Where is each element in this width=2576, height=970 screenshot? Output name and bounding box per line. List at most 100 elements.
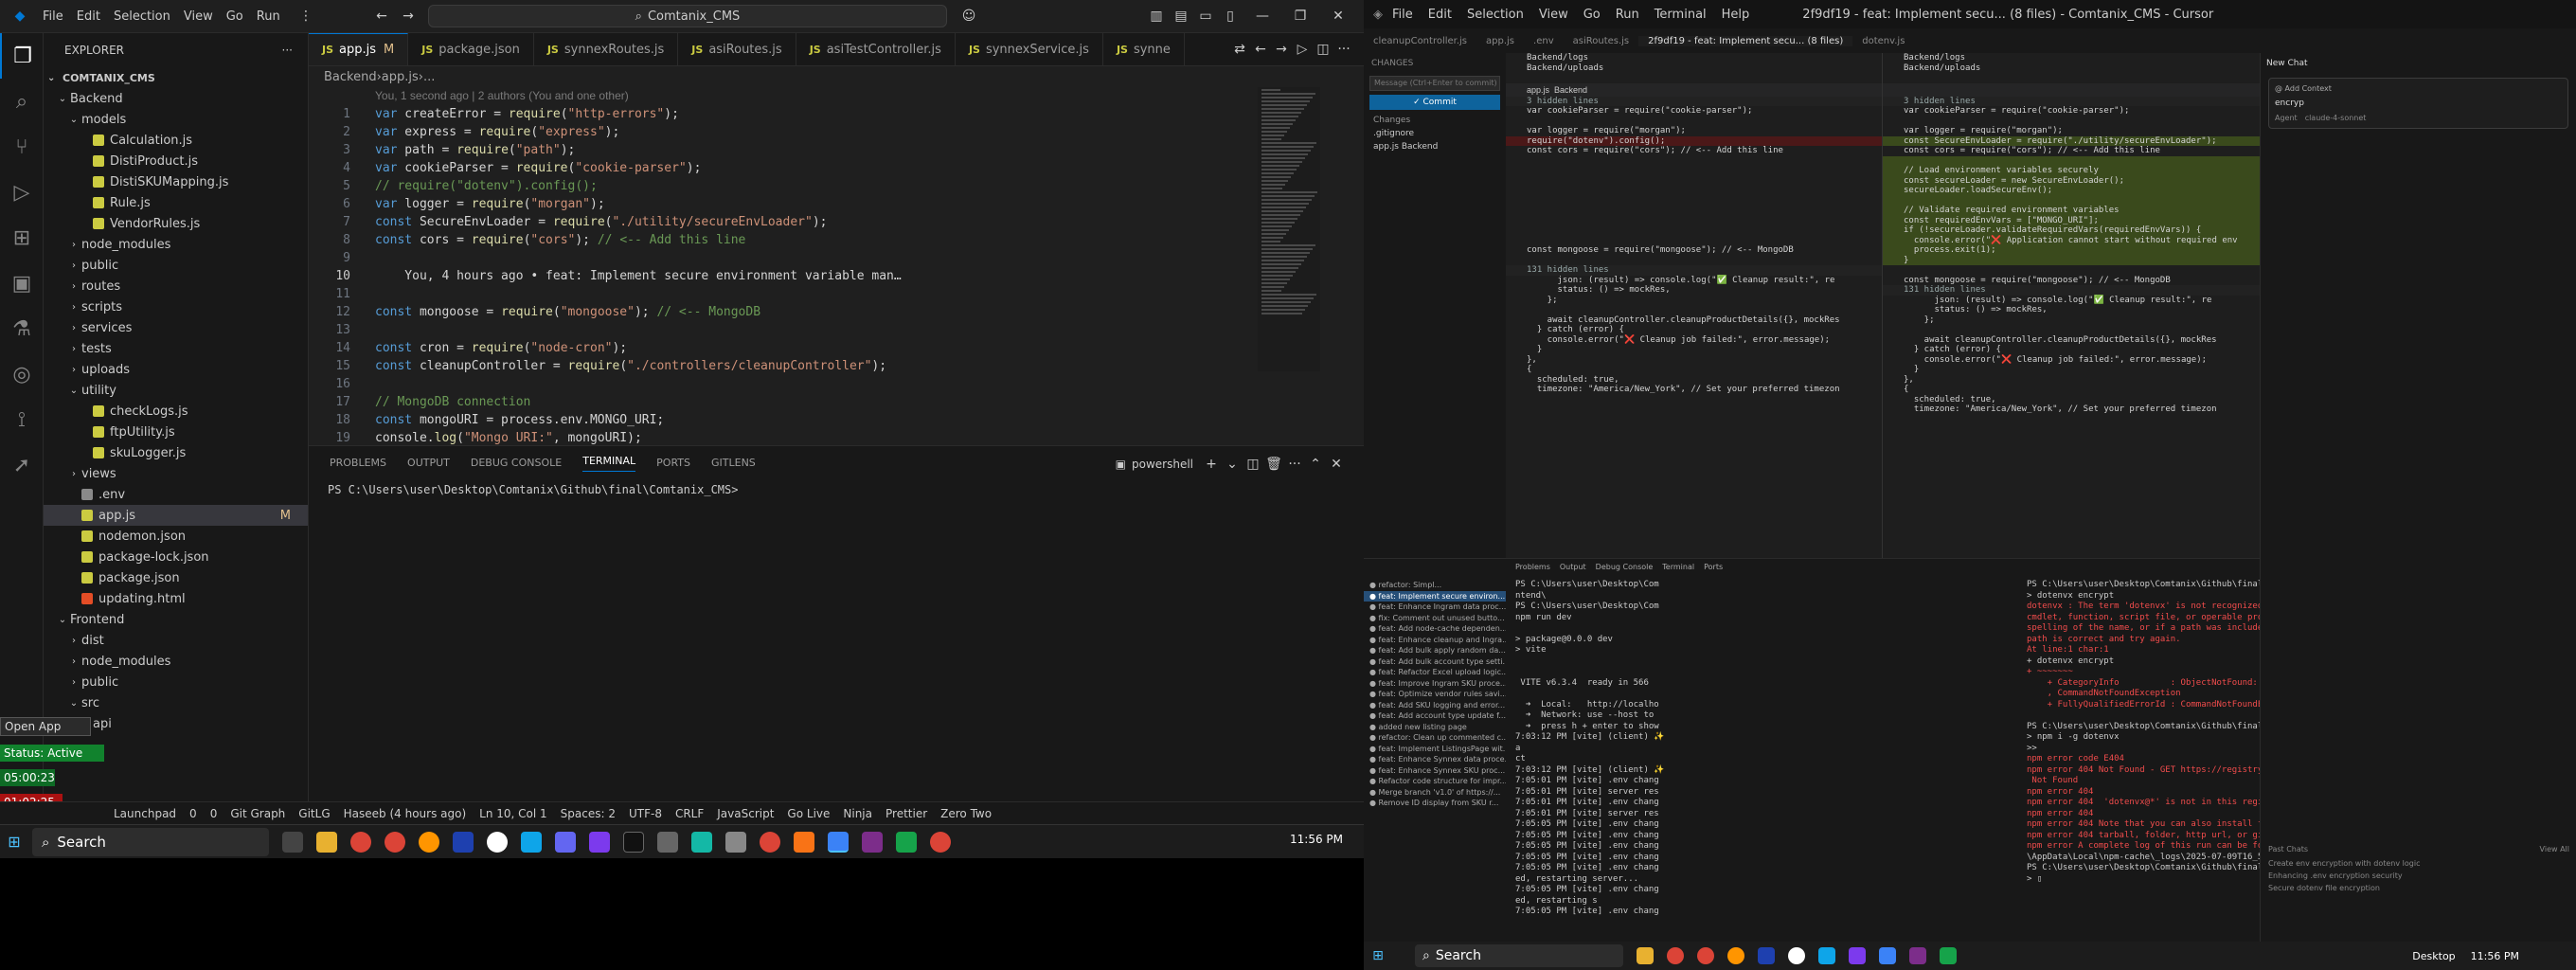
- chrome-icon[interactable]: [1697, 947, 1714, 964]
- toggle-panel-icon[interactable]: ▭: [1195, 6, 1216, 27]
- past-chat-item[interactable]: Secure dotenv file encryption: [2268, 882, 2569, 894]
- go-back-icon[interactable]: ←: [1250, 39, 1271, 60]
- windows-start-icon[interactable]: ⊞: [4, 832, 25, 853]
- layout-icon[interactable]: ▥: [1146, 6, 1167, 27]
- code-editor[interactable]: You, 1 second ago | 2 authors (You and o…: [309, 87, 1256, 445]
- breadcrumb-item[interactable]: Backend: [324, 70, 377, 84]
- run-debug-icon[interactable]: ▷: [0, 170, 44, 215]
- folder-item[interactable]: › routes: [44, 276, 308, 296]
- commit-item[interactable]: ● fix: Comment out unused butto...: [1364, 613, 1506, 624]
- shell-name[interactable]: powershell: [1132, 458, 1193, 471]
- file-item[interactable]: updating.html: [44, 588, 308, 609]
- tab-file[interactable]: .env: [1524, 36, 1564, 46]
- minimize-icon[interactable]: —: [1252, 6, 1273, 27]
- change-item[interactable]: Changes: [1364, 114, 1506, 127]
- menu-item-terminal[interactable]: Terminal: [1655, 8, 1707, 22]
- app-icon[interactable]: [691, 831, 712, 853]
- folder-item[interactable]: ⌄ src: [44, 692, 308, 713]
- file-item[interactable]: Calculation.js: [44, 130, 308, 151]
- menu-item-help[interactable]: Help: [1722, 8, 1750, 22]
- commit-item[interactable]: ● feat: Enhance Synnex SKU proc...: [1364, 765, 1506, 777]
- file-item[interactable]: package.json: [44, 567, 308, 588]
- status-item[interactable]: Launchpad: [114, 807, 176, 820]
- terminal-right[interactable]: PS C:\Users\user\Desktop\Comtanix\Github…: [2027, 580, 2260, 940]
- tab-diff[interactable]: 2f9df19 - feat: Implement secu... (8 fil…: [1638, 35, 1853, 46]
- folder-item[interactable]: ⌄ models: [44, 109, 308, 130]
- file-explorer-icon[interactable]: [1637, 947, 1654, 964]
- terminal-left[interactable]: PS C:\Users\user\Desktop\Com ntend\ PS C…: [1515, 580, 1695, 940]
- app-icon[interactable]: [589, 831, 610, 853]
- plus-icon[interactable]: +: [1201, 454, 1222, 475]
- onenote-icon[interactable]: [1909, 947, 1926, 964]
- menu-item-go[interactable]: Go: [220, 9, 250, 24]
- agent-selector[interactable]: Agent: [2275, 114, 2298, 122]
- menu-item-edit[interactable]: Edit: [70, 9, 107, 24]
- commit-item[interactable]: ● feat: Enhance Ingram data proc...: [1364, 602, 1506, 613]
- folder-item[interactable]: ⌄ Frontend: [44, 609, 308, 630]
- open-app-button[interactable]: Open App: [0, 717, 91, 736]
- diff-editor[interactable]: Backend/logs Backend/uploads app.js Backen…: [1506, 53, 2260, 558]
- commit-item[interactable]: ● Remove ID display from SKU r...: [1364, 798, 1506, 809]
- taskbar-search[interactable]: ⌕ Search: [1415, 944, 1623, 967]
- file-item[interactable]: VendorRules.js: [44, 213, 308, 234]
- diff-right[interactable]: Backend/logs Backend/uploads 3 hidden line…: [1883, 53, 2260, 558]
- clock-2[interactable]: 11:56 PM: [2471, 950, 2519, 962]
- more-icon[interactable]: ⋮: [295, 6, 316, 27]
- file-item[interactable]: skuLogger.js: [44, 442, 308, 463]
- file-item[interactable]: package-lock.json: [44, 547, 308, 567]
- commit-item[interactable]: ● feat: Enhance Synnex data proce...: [1364, 754, 1506, 765]
- menu-item-view[interactable]: View: [177, 9, 220, 24]
- file-item[interactable]: DistiProduct.js: [44, 151, 308, 171]
- clock[interactable]: 11:56 PM: [1290, 833, 1343, 846]
- split-icon[interactable]: ◫: [1243, 454, 1263, 475]
- model-selector[interactable]: claude-4-sonnet: [2305, 114, 2367, 122]
- explorer-icon[interactable]: ❐: [0, 33, 44, 79]
- panel-tab-problems[interactable]: PROBLEMS: [330, 457, 386, 469]
- search-view-icon[interactable]: ⌕: [0, 79, 44, 124]
- commit-item[interactable]: ● Refactor code structure for impr...: [1364, 776, 1506, 787]
- status-item[interactable]: UTF-8: [629, 807, 662, 820]
- chat-input[interactable]: encryp: [2275, 99, 2562, 108]
- vscode-icon[interactable]: [1879, 947, 1896, 964]
- file-item[interactable]: Rule.js: [44, 192, 308, 213]
- copilot-icon[interactable]: ☺: [958, 6, 979, 27]
- tab-file[interactable]: dotenv.js: [1852, 36, 1914, 46]
- file-item[interactable]: .env: [44, 484, 308, 505]
- panel-tab-output[interactable]: OUTPUT: [407, 457, 450, 469]
- change-item[interactable]: .gitignore: [1364, 127, 1506, 140]
- source-control-icon[interactable]: ⑂: [0, 124, 44, 170]
- gitlens-icon[interactable]: ◎: [0, 351, 44, 397]
- status-item[interactable]: Ln 10, Col 1: [479, 807, 547, 820]
- workspace-root[interactable]: ⌄ COMTANIX_CMS: [44, 67, 308, 88]
- status-item[interactable]: 0: [210, 807, 218, 820]
- tab-asiTestController.js[interactable]: JS asiTestController.js: [796, 33, 956, 65]
- firefox-icon[interactable]: [419, 831, 439, 853]
- folder-item[interactable]: ⌄ utility: [44, 380, 308, 401]
- file-item[interactable]: app.js M: [44, 505, 308, 526]
- tab-app.js[interactable]: JS app.js M: [309, 33, 409, 65]
- firefox-icon[interactable]: [1727, 947, 1744, 964]
- commit-item[interactable]: ● feat: Add SKU logging and error...: [1364, 700, 1506, 711]
- folder-item[interactable]: › tests: [44, 338, 308, 359]
- commit-item[interactable]: ● refactor: Clean up commented c...: [1364, 732, 1506, 744]
- testing-icon[interactable]: ⚗: [0, 306, 44, 351]
- commit-item[interactable]: ● feat: Enhance cleanup and Ingra...: [1364, 635, 1506, 646]
- commit-item[interactable]: ● feat: Refactor Excel upload logic...: [1364, 667, 1506, 678]
- status-item[interactable]: Haseeb (4 hours ago): [344, 807, 467, 820]
- commit-item[interactable]: ● feat: Add bulk account type setti...: [1364, 656, 1506, 668]
- chrome-icon[interactable]: [350, 831, 371, 853]
- split-editor-icon[interactable]: ◫: [1313, 39, 1333, 60]
- folder-item[interactable]: › node_modules: [44, 651, 308, 672]
- minimap[interactable]: [1258, 87, 1320, 371]
- toggle-secondary-icon[interactable]: ▯: [1220, 6, 1241, 27]
- panel-tab-terminal[interactable]: TERMINAL: [582, 455, 636, 472]
- remote-explorer-icon[interactable]: ▣: [0, 260, 44, 306]
- status-item[interactable]: GitLG: [298, 807, 330, 820]
- file-item[interactable]: ftpUtility.js: [44, 422, 308, 442]
- status-item[interactable]: 0: [189, 807, 197, 820]
- chrome-icon[interactable]: [1667, 947, 1684, 964]
- windows-start-icon[interactable]: ⊞: [1368, 945, 1388, 966]
- tab-file[interactable]: cleanupController.js: [1364, 36, 1476, 46]
- commit-item[interactable]: ● feat: Add node-cache dependen...: [1364, 623, 1506, 635]
- diff-left[interactable]: Backend/logs Backend/uploads app.js Backen…: [1506, 53, 1883, 558]
